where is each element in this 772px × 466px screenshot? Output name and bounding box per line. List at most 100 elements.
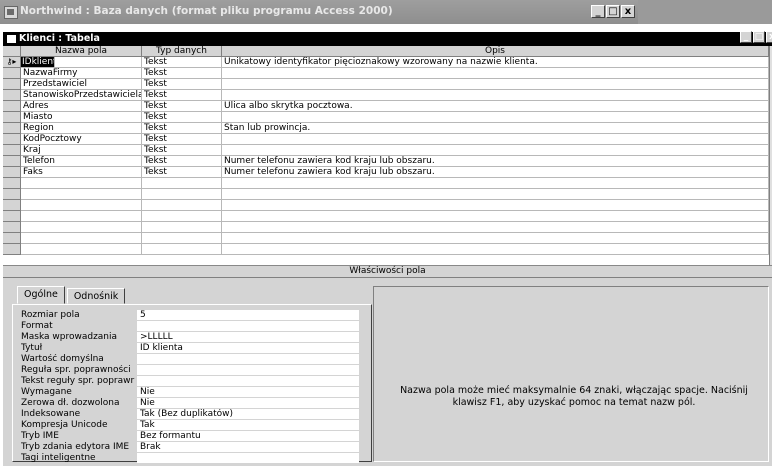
property-value-field[interactable] <box>137 365 359 375</box>
property-value-field[interactable]: 5 <box>137 310 359 320</box>
data-type-cell[interactable] <box>142 244 222 255</box>
description-cell[interactable] <box>222 112 769 123</box>
description-cell[interactable] <box>222 178 769 189</box>
description-cell[interactable]: Unikatowy identyfikator pięcioznakowy wz… <box>222 57 769 68</box>
field-name-cell[interactable]: Telefon <box>21 156 142 167</box>
table-row[interactable]: NazwaFirmy Tekst <box>3 68 769 79</box>
description-cell[interactable] <box>222 189 769 200</box>
description-cell[interactable] <box>222 222 769 233</box>
description-cell[interactable] <box>222 134 769 145</box>
property-value-field[interactable] <box>137 354 359 364</box>
table-row[interactable]: KodPocztowy Tekst <box>3 134 769 145</box>
column-header-description[interactable]: Opis <box>222 46 769 57</box>
property-value-field[interactable]: Nie <box>137 398 359 408</box>
data-type-cell[interactable] <box>142 211 222 222</box>
column-header-field-name[interactable]: Nazwa pola <box>21 46 142 57</box>
field-name-cell[interactable] <box>21 233 142 244</box>
row-selector-header[interactable] <box>3 46 21 57</box>
property-value-field[interactable] <box>137 453 359 463</box>
description-cell[interactable] <box>222 233 769 244</box>
field-name-cell[interactable]: Przedstawiciel <box>21 79 142 90</box>
property-value-field[interactable]: Bez formantu <box>137 431 359 441</box>
column-header-data-type[interactable]: Typ danych <box>142 46 222 57</box>
description-cell[interactable] <box>222 211 769 222</box>
property-value-field[interactable] <box>137 376 359 386</box>
row-selector[interactable] <box>3 233 21 244</box>
data-type-cell[interactable]: Tekst <box>142 145 222 156</box>
row-selector[interactable] <box>3 145 21 156</box>
property-value-field[interactable]: >LLLLL <box>137 332 359 342</box>
row-selector[interactable] <box>3 134 21 145</box>
table-row[interactable] <box>3 178 769 189</box>
row-selector[interactable] <box>3 112 21 123</box>
data-type-cell[interactable] <box>142 233 222 244</box>
data-type-cell[interactable] <box>142 222 222 233</box>
row-selector[interactable] <box>3 222 21 233</box>
field-name-cell[interactable] <box>21 222 142 233</box>
table-row[interactable]: StanowiskoPrzedstawiciela Tekst <box>3 90 769 101</box>
table-close-button[interactable]: x <box>766 31 772 43</box>
primary-key-icon[interactable]: ⚷▸ <box>3 57 21 68</box>
app-titlebar[interactable]: Northwind : Baza danych (format pliku pr… <box>0 0 772 24</box>
field-name-cell[interactable]: Faks <box>21 167 142 178</box>
table-row[interactable]: Faks Tekst Numer telefonu zawiera kod kraj… <box>3 167 769 178</box>
property-value-field[interactable]: Tak (Bez duplikatów) <box>137 409 359 419</box>
description-cell[interactable] <box>222 68 769 79</box>
description-cell[interactable] <box>222 79 769 90</box>
description-cell[interactable]: Numer telefonu zawiera kod kraju lub obs… <box>222 167 769 178</box>
minimize-button[interactable]: _ <box>591 5 605 18</box>
row-selector[interactable] <box>3 156 21 167</box>
table-row[interactable]: Miasto Tekst <box>3 112 769 123</box>
data-type-cell[interactable]: Tekst <box>142 79 222 90</box>
table-row[interactable]: Region Tekst Stan lub prowincja. <box>3 123 769 134</box>
data-type-cell[interactable]: Tekst <box>142 134 222 145</box>
table-row[interactable]: Adres Tekst Ulica albo skrytka pocztowa. <box>3 101 769 112</box>
description-cell[interactable]: Stan lub prowincja. <box>222 123 769 134</box>
property-value-field[interactable] <box>137 321 359 331</box>
data-type-cell[interactable]: Tekst <box>142 101 222 112</box>
description-cell[interactable]: Numer telefonu zawiera kod kraju lub obs… <box>222 156 769 167</box>
tab-lookup[interactable]: Odnośnik <box>66 288 126 304</box>
row-selector[interactable] <box>3 101 21 112</box>
data-type-cell[interactable]: Tekst <box>142 68 222 79</box>
property-value-field[interactable]: Brak <box>137 442 359 452</box>
access-app-icon[interactable] <box>4 6 18 19</box>
row-selector[interactable] <box>3 79 21 90</box>
description-cell[interactable] <box>222 200 769 211</box>
row-selector[interactable] <box>3 123 21 134</box>
table-row[interactable] <box>3 222 769 233</box>
description-cell[interactable] <box>222 244 769 255</box>
property-value-field[interactable]: Tak <box>137 420 359 430</box>
field-name-cell[interactable] <box>21 211 142 222</box>
field-name-cell[interactable] <box>21 200 142 211</box>
field-name-cell[interactable]: KodPocztowy <box>21 134 142 145</box>
close-button[interactable]: x <box>621 5 635 18</box>
data-type-cell[interactable]: Tekst <box>142 156 222 167</box>
data-type-cell[interactable] <box>142 200 222 211</box>
field-name-cell[interactable]: NazwaFirmy <box>21 68 142 79</box>
description-cell[interactable] <box>222 145 769 156</box>
table-row[interactable]: Telefon Tekst Numer telefonu zawiera kod k… <box>3 156 769 167</box>
table-window-titlebar[interactable]: Klienci : Tabela _ □ x <box>3 31 772 46</box>
data-type-cell[interactable]: Tekst <box>142 90 222 101</box>
table-row[interactable]: Kraj Tekst <box>3 145 769 156</box>
row-selector[interactable] <box>3 167 21 178</box>
row-selector[interactable] <box>3 211 21 222</box>
row-selector[interactable] <box>3 189 21 200</box>
data-type-cell[interactable]: Tekst <box>142 123 222 134</box>
field-name-cell[interactable] <box>21 189 142 200</box>
field-name-cell[interactable] <box>21 178 142 189</box>
table-row[interactable] <box>3 200 769 211</box>
table-row[interactable] <box>3 244 769 255</box>
field-name-cell[interactable]: Miasto <box>21 112 142 123</box>
property-value-field[interactable]: ID klienta <box>137 343 359 353</box>
field-name-cell[interactable]: Kraj <box>21 145 142 156</box>
field-name-cell[interactable] <box>21 244 142 255</box>
field-name-cell[interactable]: IDklienta <box>21 57 55 68</box>
field-name-cell[interactable]: Adres <box>21 101 142 112</box>
field-name-cell[interactable]: StanowiskoPrzedstawiciela <box>21 90 142 101</box>
tab-general[interactable]: Ogólne <box>17 286 65 304</box>
table-row[interactable] <box>3 233 769 244</box>
table-row[interactable]: Przedstawiciel Tekst <box>3 79 769 90</box>
table-row[interactable] <box>3 189 769 200</box>
